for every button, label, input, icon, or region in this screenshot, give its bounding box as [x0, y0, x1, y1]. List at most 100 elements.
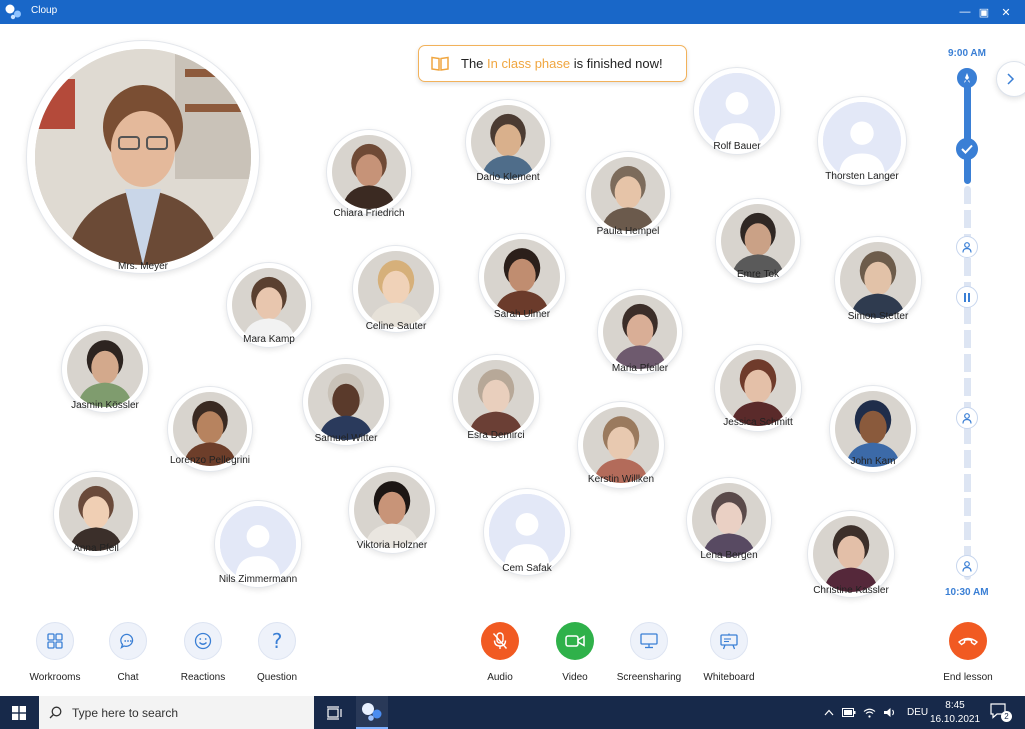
workrooms-button[interactable]: Workrooms: [15, 622, 95, 683]
screensharing-label: Screensharing: [616, 672, 682, 683]
participant-tile[interactable]: Samuel Witter: [302, 358, 390, 446]
whiteboard-icon: [720, 633, 738, 649]
notification-count: 2: [1001, 711, 1012, 722]
participant-name: Anna Pfeil: [73, 543, 119, 554]
clock-date: 16.10.2021: [929, 714, 981, 725]
participant-tile[interactable]: Rolf Bauer: [693, 67, 781, 155]
hang-up-icon: [958, 637, 978, 646]
search-icon: [49, 706, 62, 719]
participant-tile[interactable]: Mara Kamp: [226, 262, 312, 348]
participant-tile[interactable]: Celine Sauter: [352, 245, 440, 333]
participant-tile[interactable]: Chiara Friedrich: [326, 129, 412, 219]
participant-tile[interactable]: Paula Hempel: [585, 151, 671, 237]
person-icon: [962, 560, 972, 572]
participant-name: Rolf Bauer: [713, 141, 761, 152]
timeline-rocket-node[interactable]: [957, 68, 977, 88]
participant-name: Simon Stetter: [847, 311, 909, 322]
participant-tile[interactable]: Simon Stetter: [834, 236, 922, 324]
participant-name: Emre Tok: [736, 269, 780, 280]
participant-video: [471, 105, 545, 179]
book-icon: [431, 56, 449, 71]
check-icon: [961, 144, 973, 154]
battery-icon[interactable]: [842, 708, 856, 717]
taskbar-search-box[interactable]: Type here to search: [39, 696, 314, 729]
participant-video: [332, 135, 406, 209]
timeline-person-node[interactable]: [956, 555, 978, 577]
participant-tile[interactable]: Emre Tok: [715, 198, 801, 284]
timeline-person-node[interactable]: [956, 236, 978, 258]
teacher-tile[interactable]: Mrs. Meyer: [26, 40, 260, 274]
participant-name: Maria Pfeiler: [611, 363, 669, 374]
participant-tile[interactable]: Jessica Schmitt: [714, 344, 802, 432]
chat-icon: [120, 633, 134, 649]
participant-tile[interactable]: Christine Kassler: [807, 510, 895, 598]
notifications-button[interactable]: 2: [990, 703, 1012, 723]
cloup-app-icon: [362, 702, 382, 721]
participant-tile[interactable]: Cem Safak: [483, 488, 571, 576]
timeline-end-time: 10:30 AM: [945, 587, 989, 598]
timeline-pause-node[interactable]: [956, 286, 978, 308]
participant-tile[interactable]: Thorsten Langer: [817, 96, 907, 186]
video-label: Video: [562, 672, 588, 683]
question-button[interactable]: ? Question: [237, 622, 317, 683]
participant-tile[interactable]: Viktoria Holzner: [348, 466, 436, 554]
participant-tile[interactable]: Jasmin Kössler: [61, 325, 149, 413]
participant-tile[interactable]: Maria Pfeiler: [597, 289, 683, 375]
wifi-icon[interactable]: [863, 708, 876, 718]
next-phase-button[interactable]: [996, 61, 1025, 97]
chevron-right-icon: [1007, 73, 1015, 85]
participant-tile[interactable]: Nils Zimmermann: [214, 500, 302, 588]
participant-tile[interactable]: Lorenzo Pellegrini: [167, 386, 253, 472]
participant-tile[interactable]: Dario Klement: [465, 99, 551, 185]
video-button[interactable]: Video: [535, 622, 615, 683]
chevron-up-icon[interactable]: [824, 709, 834, 716]
classroom-stage: The In class phase is finished now! Mrs.…: [0, 24, 1025, 696]
timeline-check-node[interactable]: [956, 138, 978, 160]
participant-name: Mara Kamp: [243, 334, 295, 345]
participant-tile[interactable]: Anna Pfeil: [53, 471, 139, 557]
participant-tile[interactable]: John Kam: [829, 385, 917, 473]
clock-time: 8:45: [945, 700, 965, 711]
participant-name: Samuel Witter: [314, 433, 378, 444]
reactions-button[interactable]: Reactions: [163, 622, 243, 683]
pause-icon: [964, 292, 970, 302]
end-lesson-button[interactable]: End lesson: [928, 622, 1008, 683]
notice-highlight: In class phase: [487, 56, 571, 71]
taskbar-cloup-app[interactable]: [356, 696, 388, 729]
participant-name: Jasmin Kössler: [71, 400, 139, 411]
task-view-button[interactable]: [320, 696, 348, 729]
smiley-icon: [194, 632, 212, 650]
participant-video: [59, 477, 133, 551]
timeline-person-node[interactable]: [956, 407, 978, 429]
volume-icon[interactable]: [883, 707, 896, 718]
screensharing-button[interactable]: Screensharing: [609, 622, 689, 683]
chat-button[interactable]: Chat: [88, 622, 168, 683]
participant-video: [458, 360, 534, 436]
audio-label: Audio: [487, 672, 513, 683]
notice-suffix: is finished now!: [570, 56, 663, 71]
participant-tile[interactable]: Esra Demirci: [452, 354, 540, 442]
window-title: Cloup: [31, 5, 58, 16]
taskbar-clock[interactable]: 8:45 16.10.2021: [924, 699, 986, 727]
participant-tile[interactable]: Sarah Ulmer: [478, 233, 566, 321]
participant-name: John Kam: [850, 456, 896, 467]
person-icon: [962, 241, 972, 253]
maximize-button[interactable]: ▣: [973, 2, 995, 22]
participant-tile[interactable]: Kerstin Willken: [577, 401, 665, 489]
whiteboard-button[interactable]: Whiteboard: [689, 622, 769, 683]
system-tray: DEU: [824, 696, 928, 729]
participant-name: Lorenzo Pellegrini: [169, 455, 251, 466]
participant-video: [67, 331, 143, 407]
camera-icon: [565, 635, 585, 647]
avatar-placeholder-icon: [220, 506, 296, 582]
participant-video: [720, 350, 796, 426]
participant-name: Thorsten Langer: [825, 171, 899, 182]
participant-name: Celine Sauter: [365, 321, 427, 332]
close-button[interactable]: ✕: [995, 2, 1017, 22]
participant-tile[interactable]: Lena Bergen: [686, 477, 772, 563]
participant-video: [484, 239, 560, 315]
end-lesson-label: End lesson: [943, 672, 993, 683]
audio-button[interactable]: Audio: [460, 622, 540, 683]
participant-name: Viktoria Holzner: [356, 540, 428, 551]
start-button[interactable]: [0, 696, 38, 729]
